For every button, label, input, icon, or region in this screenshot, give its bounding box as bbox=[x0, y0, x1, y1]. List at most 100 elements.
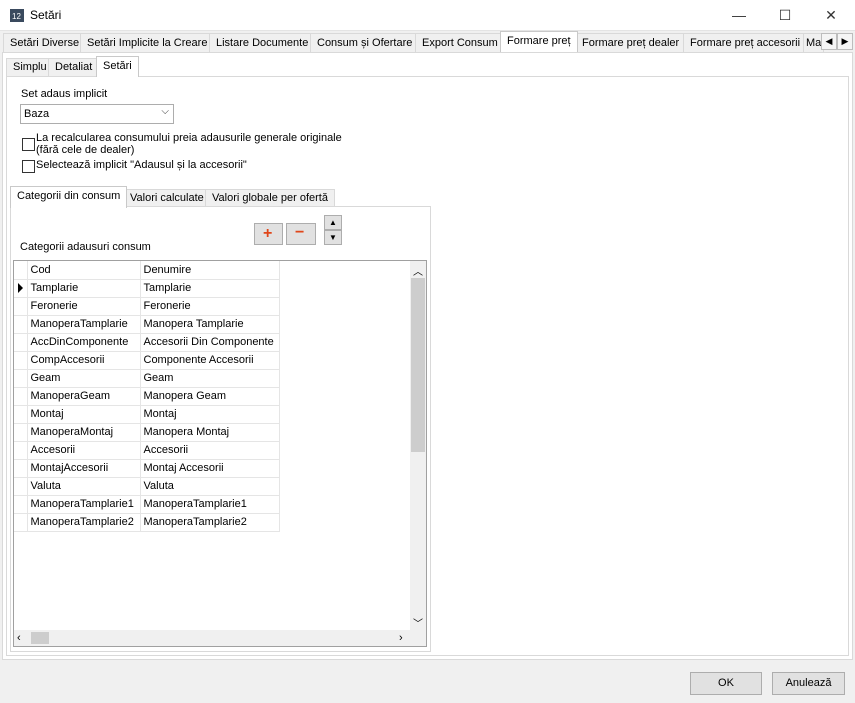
categories-grid[interactable]: Cod Denumire Tamplarie Tamplarie Feroneri… bbox=[13, 260, 427, 647]
cell-cod[interactable]: Accesorii bbox=[27, 441, 141, 460]
recalculare-checkbox[interactable] bbox=[22, 138, 35, 151]
table-row[interactable]: Geam Geam bbox=[14, 369, 280, 388]
cell-denumire[interactable]: Componente Accesorii bbox=[140, 351, 280, 370]
recalculare-label: La recalcularea consumului preia adausur… bbox=[36, 132, 342, 156]
tab-export-consum[interactable]: Export Consum bbox=[415, 33, 505, 52]
tab-scroll-right-icon[interactable]: ▶ bbox=[837, 33, 853, 50]
tab-listare-documente[interactable]: Listare Documente bbox=[209, 33, 316, 52]
table-row[interactable]: ManoperaGeam Manopera Geam bbox=[14, 387, 280, 406]
cell-denumire[interactable]: ManoperaTamplarie1 bbox=[140, 495, 280, 514]
outer-tab-strip: Setări Diverse Setări Implicite la Crear… bbox=[0, 31, 855, 53]
vertical-scroll-thumb[interactable] bbox=[411, 278, 425, 452]
window-title: Setări bbox=[30, 8, 62, 22]
tab-setari-diverse[interactable]: Setări Diverse bbox=[3, 33, 87, 52]
grid-header-row: Cod Denumire bbox=[14, 261, 280, 280]
tab-formare-pret-dealer[interactable]: Formare preț dealer bbox=[575, 33, 687, 52]
cancel-button[interactable]: Anulează bbox=[772, 672, 845, 695]
svg-text:12: 12 bbox=[12, 12, 21, 21]
cell-denumire[interactable]: Valuta bbox=[140, 477, 280, 496]
cell-cod[interactable]: Valuta bbox=[27, 477, 141, 496]
title-bar: 12 Setări — ☐ ✕ bbox=[0, 0, 855, 31]
plus-icon: + bbox=[263, 225, 273, 242]
vertical-scrollbar[interactable]: ︿ ﹀ bbox=[410, 261, 426, 630]
cell-denumire[interactable]: Geam bbox=[140, 369, 280, 388]
column-header-denumire[interactable]: Denumire bbox=[140, 261, 280, 280]
cell-denumire[interactable]: Feronerie bbox=[140, 297, 280, 316]
app-logo-icon: 12 bbox=[10, 8, 24, 23]
horizontal-scroll-thumb[interactable] bbox=[31, 632, 49, 644]
move-up-button[interactable]: ▲ bbox=[324, 215, 342, 230]
table-row[interactable]: Tamplarie Tamplarie bbox=[14, 279, 280, 298]
set-adaus-dropdown[interactable]: Baza ⌵ bbox=[20, 104, 174, 124]
cell-cod[interactable]: ManoperaTamplarie bbox=[27, 315, 141, 334]
subtab-setari[interactable]: Setări bbox=[96, 56, 139, 77]
cell-cod[interactable]: ManoperaTamplarie1 bbox=[27, 495, 141, 514]
table-row[interactable]: CompAccesorii Componente Accesorii bbox=[14, 351, 280, 370]
tab-setari-implicite[interactable]: Setări Implicite la Creare bbox=[80, 33, 215, 52]
tab-formare-pret-accesorii[interactable]: Formare preț accesorii bbox=[683, 33, 808, 52]
cell-cod[interactable]: AccDinComponente bbox=[27, 333, 141, 352]
minimize-button[interactable]: — bbox=[716, 0, 762, 31]
scroll-left-icon[interactable]: ‹ bbox=[17, 632, 21, 644]
scroll-corner bbox=[410, 630, 426, 646]
cell-denumire[interactable]: Manopera Geam bbox=[140, 387, 280, 406]
scroll-right-icon[interactable]: › bbox=[399, 632, 403, 644]
tab-formare-pret[interactable]: Formare preț bbox=[500, 31, 578, 52]
table-row[interactable]: ManoperaTamplarie1 ManoperaTamplarie1 bbox=[14, 495, 280, 514]
cell-cod[interactable]: ManoperaGeam bbox=[27, 387, 141, 406]
cell-cod[interactable]: MontajAccesorii bbox=[27, 459, 141, 478]
cell-denumire[interactable]: Tamplarie bbox=[140, 279, 280, 298]
scroll-up-icon[interactable]: ︿ bbox=[413, 263, 423, 278]
tab-valori-calculate[interactable]: Valori calculate bbox=[123, 189, 211, 207]
column-header-cod[interactable]: Cod bbox=[27, 261, 141, 280]
table-row[interactable]: Accesorii Accesorii bbox=[14, 441, 280, 460]
cell-denumire[interactable]: Montaj bbox=[140, 405, 280, 424]
table-row[interactable]: Valuta Valuta bbox=[14, 477, 280, 496]
table-row[interactable]: ManoperaMontaj Manopera Montaj bbox=[14, 423, 280, 442]
move-down-button[interactable]: ▼ bbox=[324, 230, 342, 245]
cell-cod[interactable]: ManoperaMontaj bbox=[27, 423, 141, 442]
cell-cod[interactable]: CompAccesorii bbox=[27, 351, 141, 370]
table-row[interactable]: ManoperaTamplarie Manopera Tamplarie bbox=[14, 315, 280, 334]
chevron-down-icon: ⌵ bbox=[161, 106, 169, 117]
table-row[interactable]: Montaj Montaj bbox=[14, 405, 280, 424]
cell-cod[interactable]: Tamplarie bbox=[27, 279, 141, 298]
cell-cod[interactable]: Feronerie bbox=[27, 297, 141, 316]
cell-cod[interactable]: ManoperaTamplarie2 bbox=[27, 513, 141, 532]
tab-categorii-consum[interactable]: Categorii din consum bbox=[10, 186, 128, 208]
subtab-simplu[interactable]: Simplu bbox=[6, 58, 54, 76]
table-row[interactable]: MontajAccesorii Montaj Accesorii bbox=[14, 459, 280, 478]
row-pointer-icon bbox=[18, 283, 23, 294]
maximize-button[interactable]: ☐ bbox=[762, 0, 808, 31]
remove-category-button[interactable]: − bbox=[286, 223, 316, 245]
cell-denumire[interactable]: ManoperaTamplarie2 bbox=[140, 513, 280, 532]
horizontal-scrollbar[interactable]: ‹ › bbox=[14, 630, 410, 646]
tab-consum-ofertare[interactable]: Consum și Ofertare bbox=[310, 33, 420, 52]
cell-cod[interactable]: Montaj bbox=[27, 405, 141, 424]
cell-denumire[interactable]: Accesorii Din Componente bbox=[140, 333, 280, 352]
ok-button[interactable]: OK bbox=[690, 672, 762, 695]
set-adaus-label: Set adaus implicit bbox=[21, 88, 108, 100]
minus-icon: − bbox=[295, 224, 305, 241]
cell-denumire[interactable]: Montaj Accesorii bbox=[140, 459, 280, 478]
tab-valori-globale[interactable]: Valori globale per ofertă bbox=[205, 189, 335, 207]
adaus-accesorii-checkbox[interactable] bbox=[22, 160, 35, 173]
subtab-detaliat[interactable]: Detaliat bbox=[48, 58, 100, 76]
cell-denumire[interactable]: Manopera Tamplarie bbox=[140, 315, 280, 334]
scroll-down-icon[interactable]: ﹀ bbox=[413, 615, 423, 630]
cell-denumire[interactable]: Manopera Montaj bbox=[140, 423, 280, 442]
cell-cod[interactable]: Geam bbox=[27, 369, 141, 388]
arrow-down-icon: ▼ bbox=[329, 233, 337, 242]
table-row[interactable]: AccDinComponente Accesorii Din Componente bbox=[14, 333, 280, 352]
tab-scroll-left-icon[interactable]: ◀ bbox=[821, 33, 837, 50]
set-adaus-value: Baza bbox=[24, 108, 50, 120]
close-button[interactable]: ✕ bbox=[808, 0, 854, 31]
categories-table: Cod Denumire Tamplarie Tamplarie Feroneri… bbox=[14, 261, 280, 532]
add-category-button[interactable]: + bbox=[254, 223, 283, 245]
current-row-indicator bbox=[14, 279, 28, 298]
table-row[interactable]: ManoperaTamplarie2 ManoperaTamplarie2 bbox=[14, 513, 280, 532]
table-row[interactable]: Feronerie Feronerie bbox=[14, 297, 280, 316]
adaus-accesorii-label: Selectează implicit "Adausul și la acces… bbox=[36, 159, 247, 171]
recalculare-label-line1: La recalcularea consumului preia adausur… bbox=[36, 132, 342, 144]
cell-denumire[interactable]: Accesorii bbox=[140, 441, 280, 460]
